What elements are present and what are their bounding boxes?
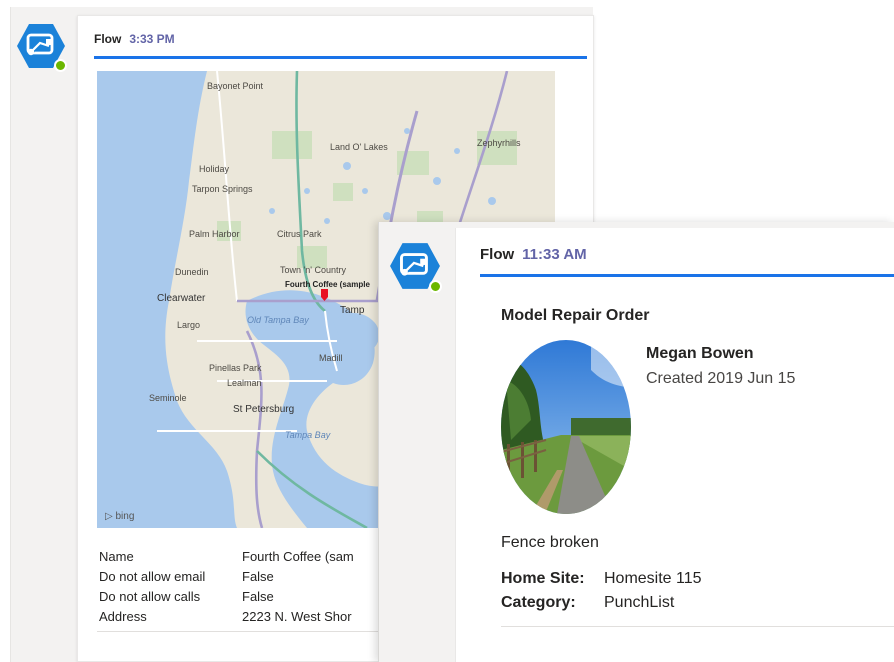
map-label-bayonet-point: Bayonet Point bbox=[207, 81, 264, 91]
map-label-dunedin: Dunedin bbox=[175, 267, 209, 277]
fact-value: PunchList bbox=[604, 594, 675, 611]
fact-key: Home Site: bbox=[501, 570, 585, 587]
map-label-clearwater: Clearwater bbox=[157, 293, 206, 304]
presence-available-icon bbox=[54, 59, 67, 72]
map-label-palm-harbor: Palm Harbor bbox=[189, 229, 240, 239]
map-label-old-tampa-bay: Old Tampa Bay bbox=[247, 315, 309, 325]
map-label-pinellas-park: Pinellas Park bbox=[209, 363, 262, 373]
path-photo-image bbox=[501, 340, 631, 514]
fact-value: False bbox=[242, 569, 274, 584]
fact-value: Fourth Coffee (sam bbox=[242, 549, 354, 564]
map-label-lealman: Lealman bbox=[227, 378, 262, 388]
accent-bar bbox=[480, 274, 894, 277]
map-label-citrus-park: Citrus Park bbox=[277, 229, 322, 239]
fact-value: Homesite 115 bbox=[604, 570, 702, 587]
message-header: Flow 3:33 PM bbox=[94, 32, 175, 46]
flow-avatar[interactable] bbox=[389, 240, 442, 293]
fact-key: Name bbox=[99, 549, 134, 564]
map-label-town-n-country: Town 'n' Country bbox=[280, 265, 346, 275]
message-time: 11:33 AM bbox=[522, 246, 587, 263]
flow-avatar[interactable] bbox=[16, 21, 67, 72]
card-title: Model Repair Order bbox=[501, 307, 650, 324]
screenshot-stage: Flow 3:33 PM Bayonet Point Holiday Tarpo… bbox=[0, 0, 894, 662]
message-header: Flow 11:33 AM bbox=[480, 246, 587, 263]
person-name: Megan Bowen bbox=[646, 345, 754, 362]
sender-name[interactable]: Flow bbox=[480, 246, 514, 263]
fact-key: Address bbox=[99, 609, 147, 624]
map-label-zephyrhills: Zephyrhills bbox=[477, 138, 521, 148]
message-card-front: Flow 11:33 AM Model Repair Order Megan B… bbox=[455, 228, 894, 662]
map-label-seminole: Seminole bbox=[149, 393, 187, 403]
map-label-tampa: Tamp bbox=[340, 305, 365, 316]
fact-row-home-site: Home Site: Homesite 115 bbox=[501, 570, 702, 588]
fact-key: Category: bbox=[501, 594, 576, 611]
presence-available-icon bbox=[429, 280, 442, 293]
fact-value: 2223 N. West Shor bbox=[242, 609, 352, 624]
message-time: 3:33 PM bbox=[129, 32, 175, 46]
created-date: Created 2019 Jun 15 bbox=[646, 370, 796, 387]
issue-description: Fence broken bbox=[501, 534, 599, 551]
map-label-largo: Largo bbox=[177, 320, 201, 330]
map-label-st-petersburg: St Petersburg bbox=[233, 404, 295, 415]
map-label-holiday: Holiday bbox=[199, 164, 230, 174]
fact-key: Do not allow email bbox=[99, 569, 206, 584]
map-label-madill: Madill bbox=[319, 353, 343, 363]
bing-logo-icon: ▷ bbox=[105, 511, 116, 522]
bing-attribution[interactable]: ▷ bing bbox=[105, 511, 134, 522]
divider bbox=[501, 626, 894, 627]
profile-photo bbox=[501, 340, 631, 514]
fact-key: Do not allow calls bbox=[99, 589, 201, 604]
map-pin-label: Fourth Coffee (sample bbox=[285, 280, 370, 289]
fact-row-category: Category: PunchList bbox=[501, 594, 674, 612]
map-label-land-o-lakes: Land O' Lakes bbox=[330, 142, 388, 152]
sender-name[interactable]: Flow bbox=[94, 32, 121, 46]
fact-value: False bbox=[242, 589, 274, 604]
chat-pane-front: Flow 11:33 AM Model Repair Order Megan B… bbox=[378, 222, 894, 662]
accent-bar bbox=[94, 56, 587, 59]
map-label-tarpon-springs: Tarpon Springs bbox=[192, 184, 253, 194]
map-label-tampa-bay: Tampa Bay bbox=[285, 430, 331, 440]
